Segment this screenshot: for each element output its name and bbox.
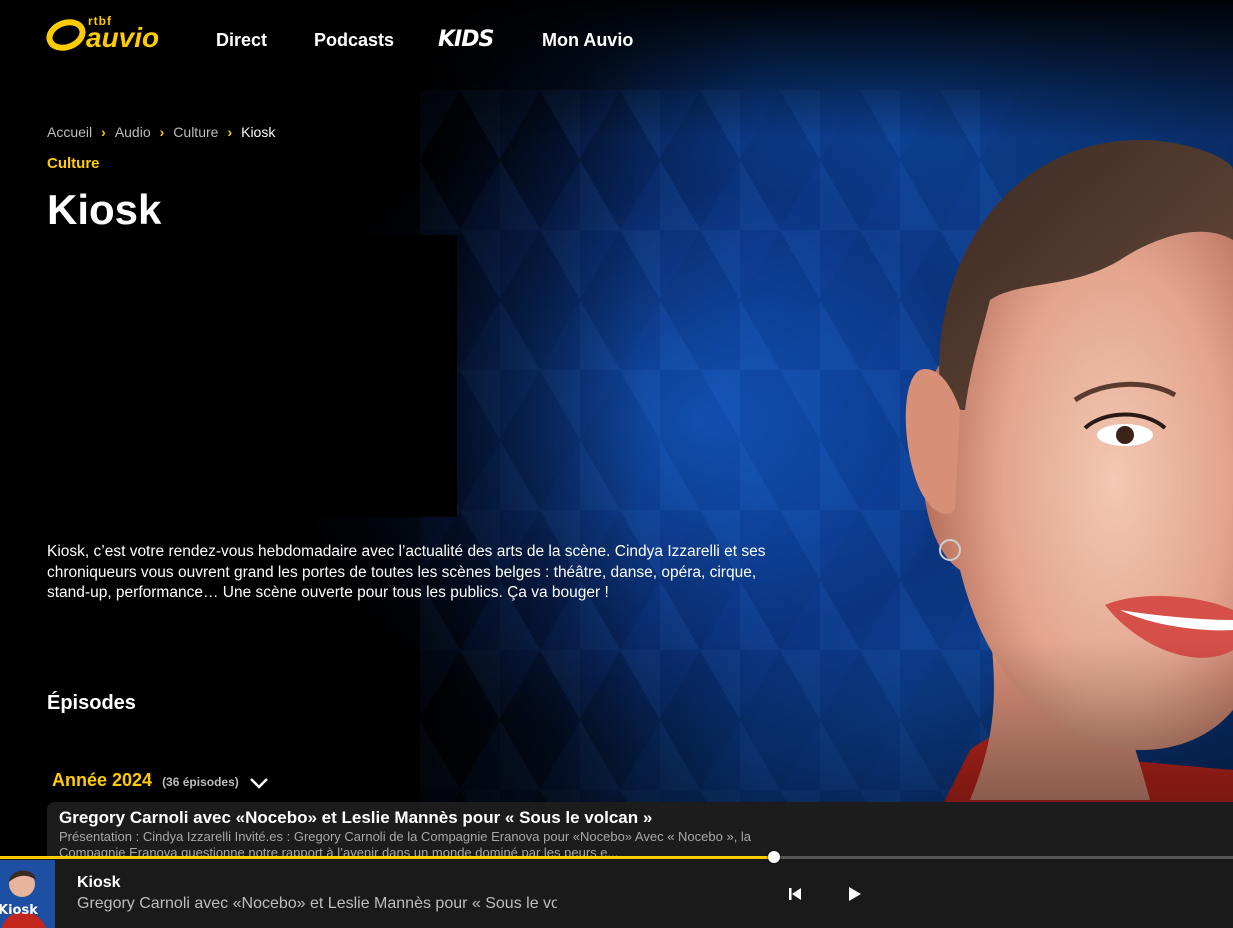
- logo-ring-icon: [46, 19, 86, 51]
- skip-previous-icon[interactable]: [783, 882, 807, 906]
- nav-mon-auvio[interactable]: Mon Auvio: [542, 30, 633, 51]
- rtbf-auvio-logo[interactable]: rtbf auvio: [46, 14, 166, 54]
- player-title: Kiosk: [77, 874, 121, 891]
- progress-track[interactable]: [0, 856, 1233, 859]
- year-selector[interactable]: Année 2024 (36 épisodes): [52, 770, 269, 791]
- breadcrumb-accueil[interactable]: Accueil: [47, 124, 92, 140]
- year-label: Année 2024: [52, 770, 153, 790]
- breadcrumb-audio[interactable]: Audio: [115, 124, 151, 140]
- breadcrumb: Accueil › Audio › Culture › Kiosk: [47, 124, 275, 140]
- nav-kids[interactable]: KIDS: [438, 27, 494, 52]
- thumbnail-text: Kiosk: [0, 903, 38, 918]
- episode-thumbnail[interactable]: Kiosk: [0, 860, 55, 928]
- chevron-right-icon: ›: [101, 124, 106, 140]
- play-icon[interactable]: [842, 882, 866, 906]
- episode-list-item[interactable]: Gregory Carnoli avec «Nocebo» et Leslie …: [47, 802, 1233, 860]
- chevron-right-icon: ›: [159, 124, 165, 140]
- top-navigation-bar: rtbf auvio Direct Podcasts KIDS Mon Auvi…: [0, 0, 1233, 84]
- show-description: Kiosk, c’est votre rendez-vous hebdomada…: [47, 543, 766, 601]
- breadcrumb-culture[interactable]: Culture: [173, 124, 218, 140]
- episode-title: Gregory Carnoli avec «Nocebo» et Leslie …: [59, 808, 653, 827]
- nav-podcasts[interactable]: Podcasts: [314, 30, 394, 51]
- logo-auvio-text: auvio: [86, 22, 160, 53]
- episode-count: (36 épisodes): [162, 775, 239, 789]
- nav-direct[interactable]: Direct: [216, 30, 267, 51]
- progress-fill: [0, 856, 775, 859]
- thumbnail-image: Kiosk: [0, 860, 55, 928]
- episodes-heading: Épisodes: [47, 692, 136, 714]
- show-category[interactable]: Culture: [47, 155, 100, 172]
- page-title: Kiosk: [47, 186, 162, 233]
- audio-player-bar: Kiosk Kiosk Gregory Carnoli avec «Nocebo…: [0, 851, 1233, 928]
- player-subtitle: Gregory Carnoli avec «Nocebo» et Leslie …: [77, 895, 557, 912]
- chevron-down-icon: [249, 778, 268, 789]
- chevron-right-icon: ›: [227, 124, 233, 140]
- media-placeholder: [47, 235, 457, 517]
- progress-handle[interactable]: [768, 851, 781, 863]
- breadcrumb-current: Kiosk: [241, 124, 276, 140]
